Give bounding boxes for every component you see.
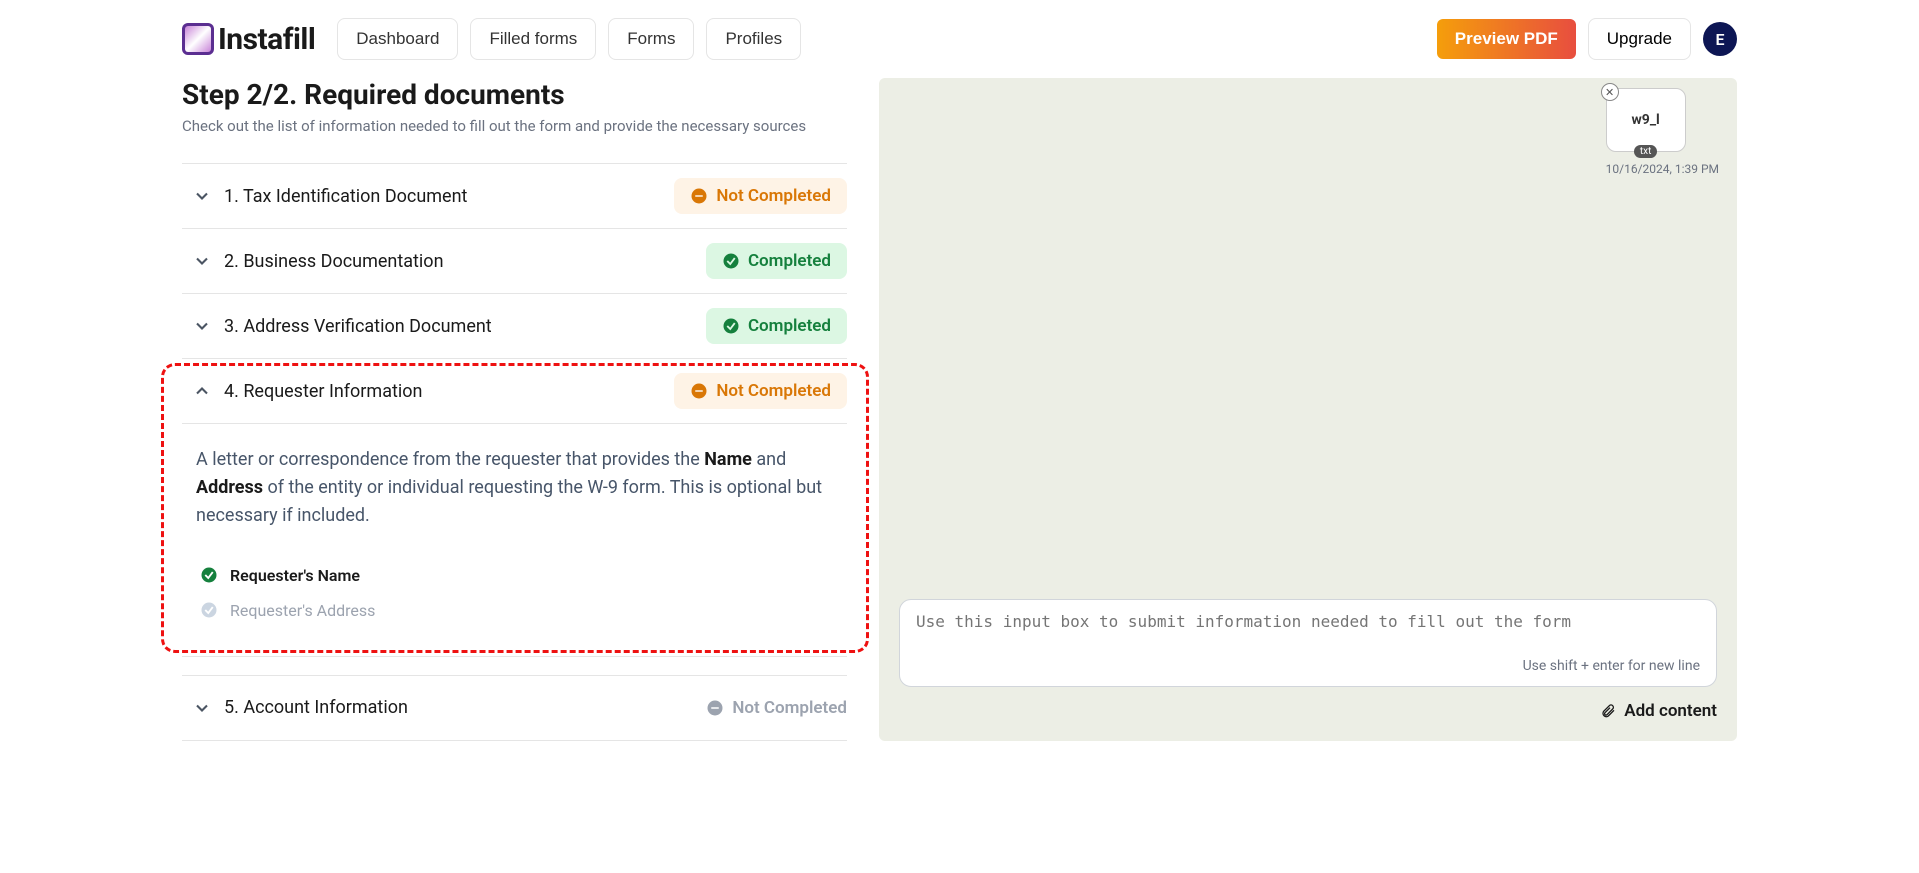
- doc-label: 3. Address Verification Document: [224, 316, 706, 337]
- doc-label: 1. Tax Identification Document: [224, 186, 674, 207]
- brand-icon: [182, 23, 214, 55]
- desc-text: A letter or correspondence from the requ…: [196, 449, 704, 470]
- sub-item-label: Requester's Name: [230, 566, 360, 585]
- chevron-down-icon: [192, 698, 212, 718]
- input-hint: Use shift + enter for new line: [916, 658, 1700, 674]
- status-badge-not-completed: Not Completed: [690, 690, 847, 726]
- chevron-up-icon: [192, 381, 212, 401]
- doc-expanded-panel: A letter or correspondence from the requ…: [182, 424, 847, 657]
- add-content-label: Add content: [1624, 701, 1717, 721]
- add-content-button[interactable]: Add content: [899, 701, 1717, 721]
- sub-item-label: Requester's Address: [230, 601, 375, 620]
- status-badge-completed: Completed: [706, 308, 847, 344]
- doc-row-business-docs[interactable]: 2. Business Documentation Completed: [182, 229, 847, 294]
- brand-name: Instafill: [218, 22, 315, 57]
- brand-logo[interactable]: Instafill: [182, 22, 315, 57]
- doc-row-tax-id[interactable]: 1. Tax Identification Document Not Compl…: [182, 164, 847, 229]
- minus-circle-icon: [690, 187, 708, 205]
- status-badge-not-completed: Not Completed: [674, 373, 847, 409]
- preview-pdf-button[interactable]: Preview PDF: [1437, 19, 1576, 59]
- attached-file-card[interactable]: ✕ w9_l txt 10/16/2024, 1:39 PM: [1606, 88, 1719, 176]
- file-date: 10/16/2024, 1:39 PM: [1606, 162, 1719, 176]
- nav-forms[interactable]: Forms: [608, 18, 694, 60]
- check-circle-icon: [200, 601, 218, 619]
- status-text: Not Completed: [732, 698, 847, 718]
- status-text: Completed: [748, 251, 831, 271]
- chevron-down-icon: [192, 186, 212, 206]
- nav-dashboard[interactable]: Dashboard: [337, 18, 458, 60]
- minus-circle-icon: [706, 699, 724, 717]
- step-subtitle: Check out the list of information needed…: [182, 117, 847, 135]
- documents-panel: Step 2/2. Required documents Check out t…: [182, 78, 847, 741]
- status-badge-completed: Completed: [706, 243, 847, 279]
- status-text: Completed: [748, 316, 831, 336]
- top-header: Instafill Dashboard Filled forms Forms P…: [182, 0, 1737, 78]
- doc-row-account-info[interactable]: 5. Account Information Not Completed: [182, 675, 847, 741]
- step-title: Step 2/2. Required documents: [182, 78, 847, 111]
- desc-bold-address: Address: [196, 477, 263, 498]
- desc-bold-name: Name: [704, 449, 752, 470]
- chevron-down-icon: [192, 251, 212, 271]
- status-badge-not-completed: Not Completed: [674, 178, 847, 214]
- doc-row-address-verification[interactable]: 3. Address Verification Document Complet…: [182, 294, 847, 359]
- chevron-down-icon: [192, 316, 212, 336]
- highlighted-region: 4. Requester Information Not Completed A…: [182, 359, 847, 657]
- doc-label: 2. Business Documentation: [224, 251, 706, 272]
- upgrade-button[interactable]: Upgrade: [1588, 18, 1691, 60]
- sub-item-requester-name[interactable]: Requester's Name: [196, 558, 833, 593]
- status-text: Not Completed: [716, 186, 831, 206]
- file-thumbnail: ✕ w9_l txt: [1606, 88, 1686, 152]
- desc-text: of the entity or individual requesting t…: [196, 477, 822, 526]
- doc-label: 4. Requester Information: [224, 381, 674, 402]
- doc-row-requester-info[interactable]: 4. Requester Information Not Completed: [182, 359, 847, 424]
- minus-circle-icon: [690, 382, 708, 400]
- doc-description: A letter or correspondence from the requ…: [196, 446, 833, 530]
- file-remove-button[interactable]: ✕: [1601, 83, 1619, 101]
- content-input[interactable]: [916, 612, 1700, 650]
- user-avatar[interactable]: E: [1703, 22, 1737, 56]
- nav-filled-forms[interactable]: Filled forms: [470, 18, 596, 60]
- check-circle-icon: [722, 252, 740, 270]
- nav-profiles[interactable]: Profiles: [706, 18, 801, 60]
- status-text: Not Completed: [716, 381, 831, 401]
- file-name: w9_l: [1632, 112, 1660, 128]
- doc-label: 5. Account Information: [224, 697, 690, 718]
- sub-item-requester-address[interactable]: Requester's Address: [196, 593, 833, 628]
- desc-text: and: [752, 449, 786, 470]
- check-circle-icon: [722, 317, 740, 335]
- content-input-wrapper: Use shift + enter for new line: [899, 599, 1717, 687]
- input-panel: ✕ w9_l txt 10/16/2024, 1:39 PM Use shift…: [879, 78, 1737, 741]
- file-ext-badge: txt: [1634, 145, 1658, 158]
- check-circle-icon: [200, 566, 218, 584]
- paperclip-icon: [1600, 702, 1616, 720]
